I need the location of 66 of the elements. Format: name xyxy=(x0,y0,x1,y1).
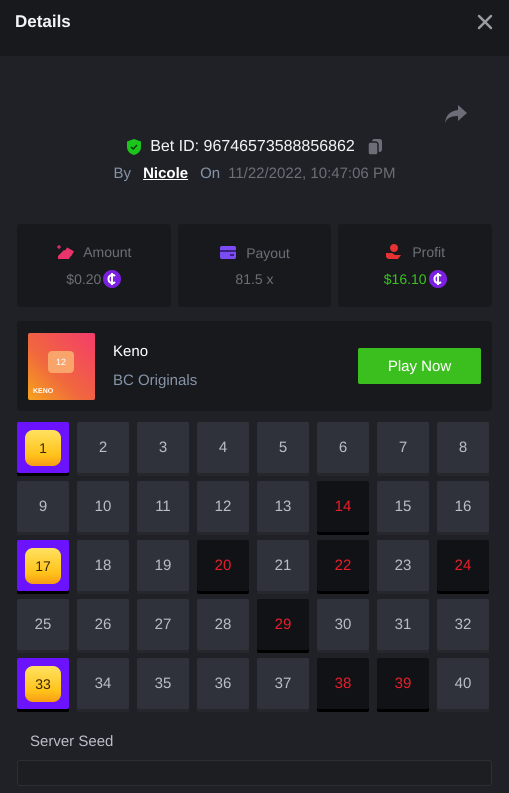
number-tile: 10 xyxy=(77,481,129,532)
number-tile: 3 xyxy=(137,422,189,473)
hand-coin-icon xyxy=(385,243,404,260)
game-name: Keno xyxy=(113,343,150,360)
number-tile: 4 xyxy=(197,422,249,473)
gem-number: 17 xyxy=(25,548,61,584)
copy-button[interactable] xyxy=(366,138,383,156)
stat-value: 81.5 x xyxy=(235,271,274,287)
copy-icon xyxy=(366,138,383,156)
number-tile: 6 xyxy=(317,422,369,473)
number-tile: 21 xyxy=(257,540,309,591)
number-tile: 32 xyxy=(437,599,489,650)
number-tile: 31 xyxy=(377,599,429,650)
number-tile: 9 xyxy=(17,481,69,532)
gem-number: 1 xyxy=(25,430,61,466)
stat-label: Payout xyxy=(246,244,290,260)
share-arrow-icon xyxy=(444,104,468,124)
number-tile: 28 xyxy=(197,599,249,650)
number-tile: 7 xyxy=(377,422,429,473)
number-tile: 30 xyxy=(317,599,369,650)
server-seed-label: Server Seed xyxy=(30,733,114,750)
amount-icon xyxy=(56,243,74,260)
window-title: Details xyxy=(15,12,71,32)
on-label: On xyxy=(200,165,220,182)
close-icon xyxy=(477,14,493,30)
shield-check-icon xyxy=(126,138,142,156)
number-tile: 39 xyxy=(377,658,429,709)
number-tile: 34 xyxy=(77,658,129,709)
number-tile: 22 xyxy=(317,540,369,591)
stat-value: $0.20 xyxy=(66,271,102,287)
number-tile: 11 xyxy=(137,481,189,532)
number-tile: 24 xyxy=(437,540,489,591)
number-tile: 5 xyxy=(257,422,309,473)
card-icon xyxy=(219,244,238,261)
number-tile: 38 xyxy=(317,658,369,709)
number-tile: 36 xyxy=(197,658,249,709)
number-tile: 15 xyxy=(377,481,429,532)
number-tile: 13 xyxy=(257,481,309,532)
number-tile: 16 xyxy=(437,481,489,532)
by-label: By xyxy=(114,165,132,182)
number-tile: 26 xyxy=(77,599,129,650)
share-button[interactable] xyxy=(444,104,468,124)
number-tile: 20 xyxy=(197,540,249,591)
bet-time: 11/22/2022, 10:47:06 PM xyxy=(228,165,396,182)
bet-id: Bet ID: 96746573588856862 xyxy=(150,138,355,156)
number-tile: 12 xyxy=(197,481,249,532)
number-tile: 25 xyxy=(17,599,69,650)
number-tile: 35 xyxy=(137,658,189,709)
number-tile: 23 xyxy=(377,540,429,591)
stat-label: Profit xyxy=(412,244,445,260)
thumbnail-number: 12 xyxy=(48,350,74,372)
close-button[interactable] xyxy=(477,14,493,30)
number-tile: 40 xyxy=(437,658,489,709)
number-tile: 14 xyxy=(317,481,369,532)
game-provider: BC Originals xyxy=(113,372,198,389)
user-link[interactable]: Nicole xyxy=(143,165,188,182)
number-tile: 19 xyxy=(137,540,189,591)
stat-label: Amount xyxy=(83,244,132,260)
number-tile: 18 xyxy=(77,540,129,591)
number-tile: 27 xyxy=(137,599,189,650)
stat-value: $16.10 xyxy=(384,271,427,287)
number-tile: 8 xyxy=(437,422,489,473)
number-tile: 29 xyxy=(257,599,309,650)
number-tile: 2 xyxy=(77,422,129,473)
gem-number: 33 xyxy=(25,666,61,702)
number-tile: 37 xyxy=(257,658,309,709)
